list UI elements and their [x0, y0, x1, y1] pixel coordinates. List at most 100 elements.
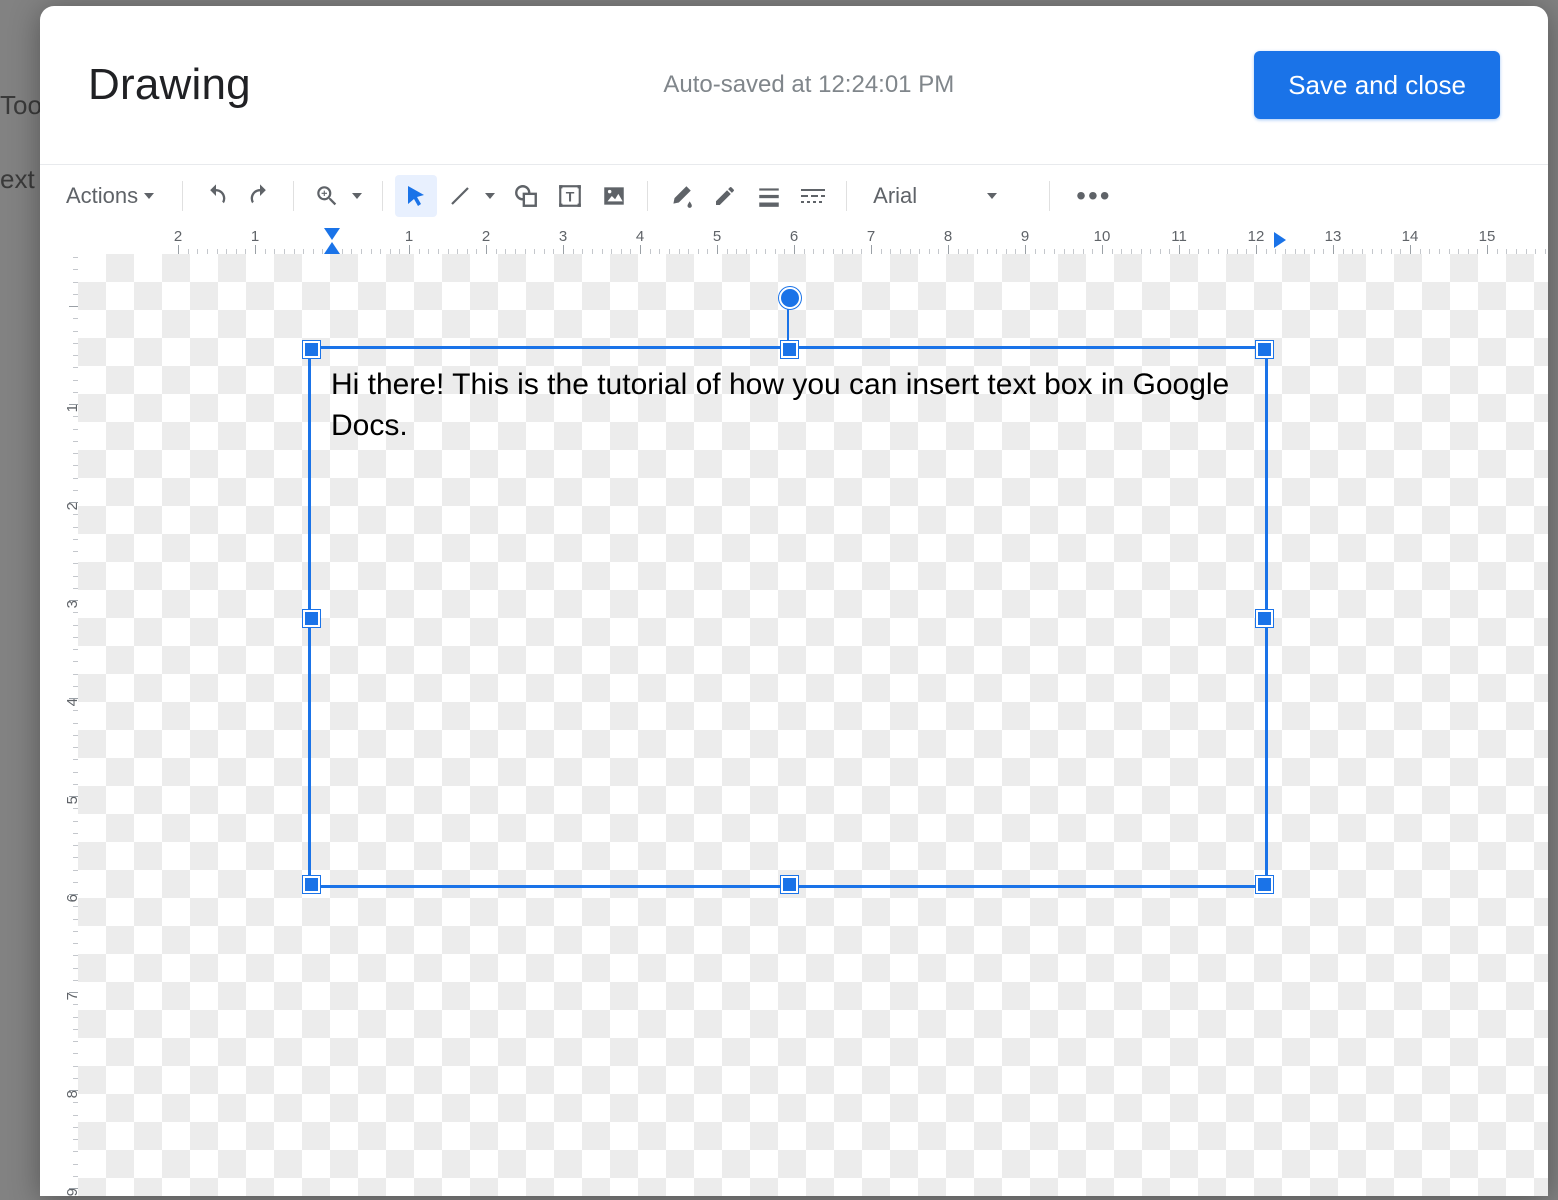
ruler-h-label: 1	[405, 228, 413, 245]
ruler-h-major-tick	[871, 245, 872, 254]
svg-text:T: T	[566, 188, 575, 204]
bg-menu-item-2: ext	[0, 164, 35, 195]
caret-down-icon	[987, 193, 997, 199]
resize-handle-bl[interactable]	[303, 876, 320, 893]
ruler-h-label: 12	[1248, 228, 1265, 245]
ruler-vertical[interactable]: 112345678910	[40, 254, 79, 1196]
toolbar-separator	[182, 181, 183, 211]
ruler-v-label: 9	[64, 1188, 80, 1196]
ruler-h-label: 2	[174, 228, 182, 245]
caret-down-icon	[144, 193, 154, 199]
ruler-h-major-tick	[178, 245, 179, 254]
ruler-h-major-tick	[1025, 245, 1026, 254]
ruler-h-major-tick	[1410, 245, 1411, 254]
ruler-h-label: 4	[636, 228, 644, 245]
ruler-h-label: 6	[790, 228, 798, 245]
border-dash-button[interactable]	[792, 175, 834, 217]
font-family-select[interactable]: Arial	[859, 174, 1037, 218]
ruler-h-label: 13	[1325, 228, 1342, 245]
ruler-h-label: 9	[1021, 228, 1029, 245]
selected-textbox[interactable]: Hi there! This is the tutorial of how yo…	[308, 346, 1268, 888]
ruler-h-label: 7	[867, 228, 875, 245]
ruler-h-major-tick	[486, 245, 487, 254]
more-options-button[interactable]: •••	[1062, 180, 1125, 212]
ruler-v-label: 1	[64, 404, 80, 412]
ruler-h-label: 14	[1402, 228, 1419, 245]
actions-menu-button[interactable]: Actions	[50, 174, 170, 218]
ruler-v-major-tick	[69, 1188, 78, 1189]
shape-tool-button[interactable]	[505, 175, 547, 217]
resize-handle-mr[interactable]	[1256, 610, 1273, 627]
ruler-h-major-tick	[640, 245, 641, 254]
ruler-h-major-tick	[563, 245, 564, 254]
ruler-margin-marker[interactable]	[324, 228, 340, 240]
ruler-v-major-tick	[69, 404, 78, 405]
ruler-v-major-tick	[69, 698, 78, 699]
border-color-button[interactable]	[704, 175, 746, 217]
toolbar-separator	[1049, 181, 1050, 211]
ruler-margin-marker[interactable]	[324, 242, 340, 254]
ruler-h-major-tick	[255, 245, 256, 254]
ruler-v-major-tick	[69, 600, 78, 601]
ruler-h-major-tick	[794, 245, 795, 254]
ruler-h-label: 10	[1094, 228, 1111, 245]
ruler-h-major-tick	[409, 245, 410, 254]
dialog-header: Drawing Auto-saved at 12:24:01 PM Save a…	[40, 6, 1548, 165]
actions-label: Actions	[66, 183, 138, 209]
toolbar-separator	[382, 181, 383, 211]
line-tool-button[interactable]	[439, 175, 481, 217]
ruler-h-label: 2	[482, 228, 490, 245]
ruler-h-major-tick	[948, 245, 949, 254]
font-family-label: Arial	[873, 183, 917, 209]
resize-handle-br[interactable]	[1256, 876, 1273, 893]
bg-menu-item-1: Too	[0, 90, 42, 121]
fill-color-button[interactable]	[660, 175, 702, 217]
ruler-h-major-tick	[1487, 245, 1488, 254]
ruler-v-label: 7	[64, 992, 80, 1000]
drawing-canvas[interactable]: Hi there! This is the tutorial of how yo…	[78, 254, 1548, 1196]
undo-button[interactable]	[195, 175, 237, 217]
line-dropdown[interactable]	[485, 193, 495, 199]
resize-handle-bc[interactable]	[781, 876, 798, 893]
textbox-text[interactable]: Hi there! This is the tutorial of how yo…	[311, 349, 1265, 446]
ruler-margin-marker[interactable]	[1274, 232, 1294, 248]
border-weight-button[interactable]	[748, 175, 790, 217]
ruler-h-major-tick	[717, 245, 718, 254]
ruler-horizontal[interactable]: 2112345678910111213141516	[78, 226, 1548, 255]
drawing-toolbar: Actions	[40, 165, 1548, 228]
zoom-dropdown[interactable]	[352, 193, 362, 199]
ruler-v-major-tick	[69, 1090, 78, 1091]
dialog-title: Drawing	[88, 60, 251, 110]
textbox-tool-button[interactable]: T	[549, 175, 591, 217]
image-tool-button[interactable]	[593, 175, 635, 217]
drawing-workarea: 2112345678910111213141516 112345678910 H…	[40, 226, 1548, 1196]
ruler-v-major-tick	[69, 894, 78, 895]
toolbar-separator	[647, 181, 648, 211]
ruler-corner	[40, 226, 79, 255]
ruler-v-major-tick	[69, 306, 78, 307]
save-and-close-button[interactable]: Save and close	[1254, 51, 1500, 119]
toolbar-separator	[293, 181, 294, 211]
resize-handle-ml[interactable]	[303, 610, 320, 627]
ruler-h-label: 15	[1479, 228, 1496, 245]
ruler-v-major-tick	[69, 796, 78, 797]
ruler-h-label: 11	[1171, 228, 1187, 245]
redo-button[interactable]	[239, 175, 281, 217]
drawing-dialog: Drawing Auto-saved at 12:24:01 PM Save a…	[40, 6, 1548, 1196]
resize-handle-tc[interactable]	[781, 341, 798, 358]
ruler-v-label: 6	[64, 894, 80, 902]
zoom-button[interactable]	[306, 175, 348, 217]
autosave-status: Auto-saved at 12:24:01 PM	[663, 71, 994, 99]
resize-handle-tr[interactable]	[1256, 341, 1273, 358]
ruler-h-label: 5	[713, 228, 721, 245]
ruler-v-major-tick	[69, 502, 78, 503]
resize-handle-tl[interactable]	[303, 341, 320, 358]
rotation-handle[interactable]	[779, 287, 801, 309]
ruler-h-label: 8	[944, 228, 952, 245]
select-tool-button[interactable]	[395, 175, 437, 217]
ruler-h-label: 1	[251, 228, 259, 245]
ruler-h-major-tick	[1102, 245, 1103, 254]
ruler-v-major-tick	[69, 992, 78, 993]
ruler-h-major-tick	[1333, 245, 1334, 254]
ruler-h-label: 3	[559, 228, 567, 245]
